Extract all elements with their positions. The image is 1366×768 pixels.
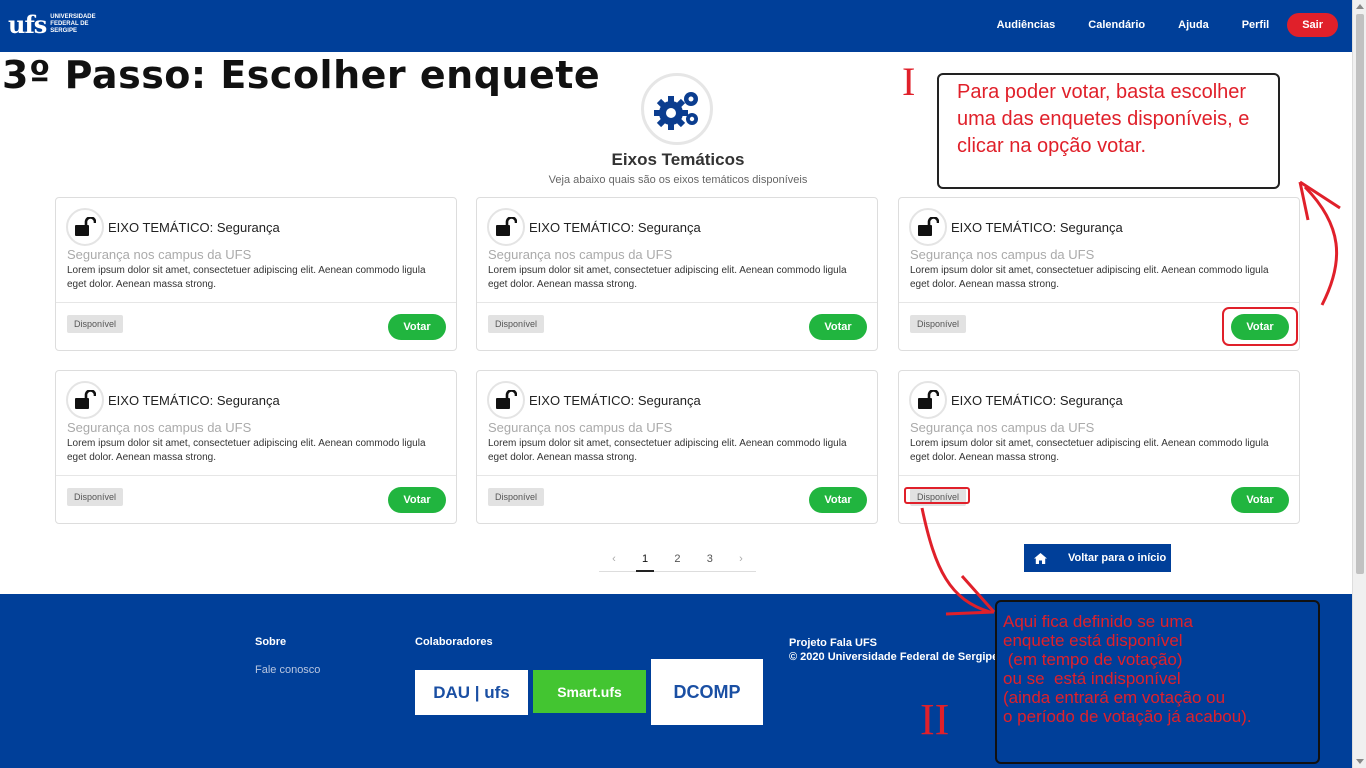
home-icon: [1034, 552, 1047, 564]
card-header: EIXO TEMÁTICO: Segurança: [909, 208, 1123, 246]
pagination-page-2[interactable]: 2: [668, 548, 686, 572]
poll-card: EIXO TEMÁTICO: Segurança Segurança nos ca…: [476, 197, 878, 351]
card-subtitle: Segurança nos campus da UFS: [67, 420, 252, 435]
annotation-roman-2: II: [920, 695, 950, 744]
back-button-label: Voltar para o início: [1068, 552, 1167, 564]
smart-ufs-logo: Smart.ufs: [533, 670, 646, 713]
pagination-next[interactable]: ›: [733, 548, 749, 572]
vote-button[interactable]: Votar: [809, 487, 867, 513]
top-navbar: ufs UNIVERSIDADE FEDERAL DE SERGIPE Audi…: [0, 0, 1352, 52]
card-title: EIXO TEMÁTICO: Segurança: [951, 219, 1123, 235]
card-divider: [899, 475, 1299, 476]
arrow-to-note-1: [1303, 185, 1339, 306]
annotation-roman-1: I: [902, 59, 916, 104]
vote-button[interactable]: Votar: [809, 314, 867, 340]
vote-button[interactable]: Votar: [1231, 487, 1289, 513]
dcomp-logo: DCOMP: [651, 659, 763, 725]
card-description: Lorem ipsum dolor sit amet, consectetuer…: [488, 265, 847, 290]
card-title: EIXO TEMÁTICO: Segurança: [529, 219, 701, 235]
status-badge: Disponível: [910, 315, 967, 333]
card-header: EIXO TEMÁTICO: Segurança: [487, 381, 701, 419]
pagination: ‹ 1 2 3 ›: [599, 548, 756, 572]
logo-mark: ufs: [8, 10, 47, 39]
main-nav: Audiências Calendário Ajuda Perfil Sair: [964, 13, 1338, 37]
logout-button[interactable]: Sair: [1287, 13, 1338, 37]
card-title: EIXO TEMÁTICO: Segurança: [108, 219, 280, 235]
unlock-icon: [909, 381, 947, 419]
card-divider: [477, 302, 877, 303]
scroll-thumb[interactable]: [1356, 14, 1364, 574]
section-subtitle: Veja abaixo quais são os eixos temáticos…: [548, 174, 808, 186]
card-title: EIXO TEMÁTICO: Segurança: [951, 392, 1123, 408]
card-subtitle: Segurança nos campus da UFS: [67, 247, 252, 262]
poll-card: EIXO TEMÁTICO: Segurança Segurança nos ca…: [55, 197, 457, 351]
card-title: EIXO TEMÁTICO: Segurança: [529, 392, 701, 408]
gears-icon: [641, 73, 713, 145]
footer-contact-link[interactable]: Fale conosco: [255, 664, 320, 676]
status-badge: Disponível: [67, 488, 124, 506]
card-header: EIXO TEMÁTICO: Segurança: [66, 381, 280, 419]
copyright: © 2020 Universidade Federal de Sergipe: [789, 651, 999, 663]
status-badge: Disponível: [67, 315, 124, 333]
back-to-home-button[interactable]: Voltar para o início: [1024, 544, 1171, 572]
card-divider: [56, 475, 456, 476]
card-header: EIXO TEMÁTICO: Segurança: [66, 208, 280, 246]
annotation-note-2: Aqui fica definido se uma enquete está d…: [995, 600, 1320, 764]
scroll-down-icon[interactable]: [1356, 759, 1364, 764]
pagination-prev[interactable]: ‹: [606, 548, 622, 572]
footer-project: Projeto Fala UFS © 2020 Universidade Fed…: [789, 636, 998, 664]
annotation-note-1: Para poder votar, basta escolher uma das…: [937, 73, 1280, 189]
card-subtitle: Segurança nos campus da UFS: [488, 247, 673, 262]
card-subtitle: Segurança nos campus da UFS: [910, 247, 1095, 262]
card-subtitle: Segurança nos campus da UFS: [488, 420, 673, 435]
status-badge: Disponível: [488, 488, 545, 506]
poll-card: EIXO TEMÁTICO: Segurança Segurança nos ca…: [476, 370, 878, 524]
card-title: EIXO TEMÁTICO: Segurança: [108, 392, 280, 408]
card-description: Lorem ipsum dolor sit amet, consectetuer…: [67, 265, 426, 290]
nav-perfil[interactable]: Perfil: [1242, 19, 1270, 31]
dau-logo: DAU | ufs: [415, 670, 528, 715]
unlock-icon: [487, 208, 525, 246]
vote-highlight-annotation: [1222, 307, 1298, 346]
nav-ajuda[interactable]: Ajuda: [1178, 19, 1209, 31]
card-header: EIXO TEMÁTICO: Segurança: [909, 381, 1123, 419]
vote-button[interactable]: Votar: [388, 487, 446, 513]
card-divider: [477, 475, 877, 476]
nav-audiencias[interactable]: Audiências: [997, 19, 1056, 31]
status-badge: Disponível: [488, 315, 545, 333]
pagination-page-1[interactable]: 1: [636, 548, 655, 572]
nav-calendario[interactable]: Calendário: [1088, 19, 1145, 31]
vote-button[interactable]: Votar: [388, 314, 446, 340]
card-divider: [899, 302, 1299, 303]
unlock-icon: [66, 208, 104, 246]
status-highlight-annotation: [904, 487, 970, 504]
card-subtitle: Segurança nos campus da UFS: [910, 420, 1095, 435]
unlock-icon: [66, 381, 104, 419]
project-name: Projeto Fala UFS: [789, 637, 878, 649]
scroll-up-icon[interactable]: [1356, 4, 1364, 9]
pagination-page-3[interactable]: 3: [701, 548, 719, 572]
card-description: Lorem ipsum dolor sit amet, consectetuer…: [910, 438, 1269, 463]
section-title: Eixos Temáticos: [611, 150, 745, 169]
card-description: Lorem ipsum dolor sit amet, consectetuer…: [488, 438, 847, 463]
card-header: EIXO TEMÁTICO: Segurança: [487, 208, 701, 246]
card-divider: [56, 302, 456, 303]
ufs-logo[interactable]: ufs UNIVERSIDADE FEDERAL DE SERGIPE: [8, 10, 110, 39]
step-title: 3º Passo: Escolher enquete: [2, 53, 601, 97]
page-scrollbar[interactable]: [1352, 0, 1366, 768]
logo-text: UNIVERSIDADE FEDERAL DE SERGIPE: [50, 14, 96, 34]
arrow-head-1: [1298, 180, 1341, 221]
unlock-icon: [487, 381, 525, 419]
poll-card: EIXO TEMÁTICO: Segurança Segurança nos ca…: [55, 370, 457, 524]
footer-collab-heading: Colaboradores: [415, 636, 493, 648]
card-description: Lorem ipsum dolor sit amet, consectetuer…: [67, 438, 426, 463]
footer-about-heading: Sobre: [255, 636, 287, 648]
card-description: Lorem ipsum dolor sit amet, consectetuer…: [910, 265, 1269, 290]
unlock-icon: [909, 208, 947, 246]
